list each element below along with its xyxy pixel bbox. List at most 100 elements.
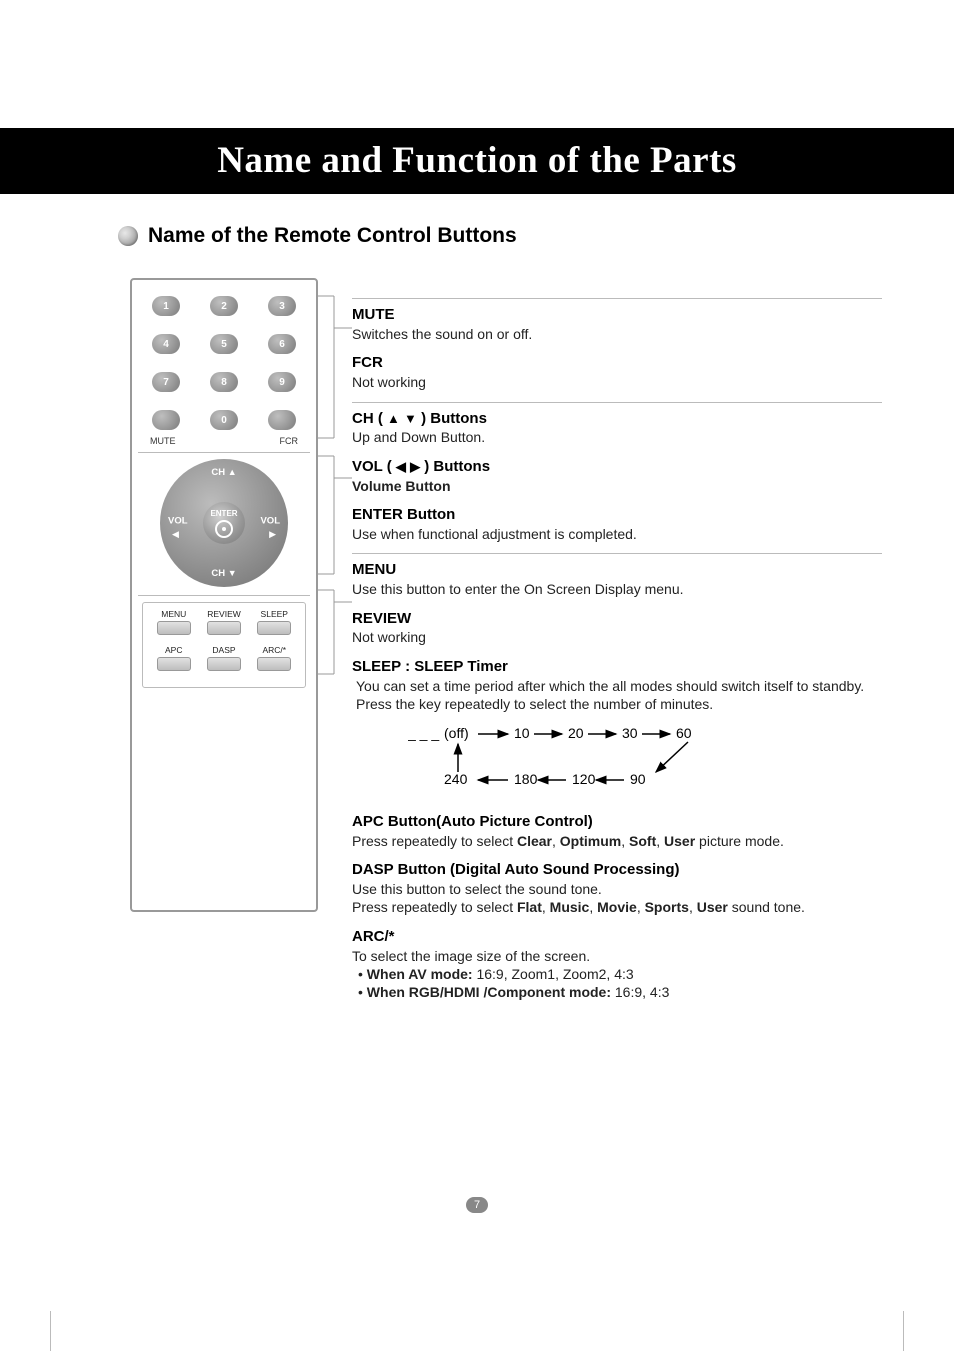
page-title: Name and Function of the Parts [0,128,954,194]
svg-text:30: 30 [622,725,638,741]
title-bar: Name and Function of the Parts [0,128,954,194]
mute-label: MUTE [150,436,176,446]
nav-ch-up: CH ▲ [211,467,236,478]
fcr-label: FCR [280,436,299,446]
menu-section: MENU Use this button to enter the On Scr… [352,560,882,598]
review-body: Not working [352,628,882,646]
mute-heading: MUTE [352,305,882,325]
sublabels: MUTE FCR [138,434,310,452]
key-6: 6 [268,334,296,354]
apc-section: APC Button(Auto Picture Control) Press r… [352,812,882,850]
key-9: 9 [268,372,296,392]
btn-apc [157,657,191,671]
separator [352,553,882,554]
bullet-icon [118,226,138,246]
btn-apc-label: APC [149,645,199,655]
dasp-line1: Use this button to select the sound tone… [352,880,882,898]
review-heading: REVIEW [352,609,882,629]
key-0: 0 [210,410,238,430]
section-title: Name of the Remote Control Buttons [148,224,517,248]
nav-enter: ENTER [203,502,245,544]
section-header: Name of the Remote Control Buttons [118,224,517,248]
crop-mark [50,1311,51,1351]
arc-line1: To select the image size of the screen. [352,947,882,965]
separator [352,298,882,299]
svg-text:(off): (off) [444,725,469,741]
separator [352,402,882,403]
sleep-line1: You can set a time period after which th… [352,677,882,695]
ch-body: Up and Down Button. [352,428,882,446]
fcr-heading: FCR [352,353,882,373]
arc-bullet2: • When RGB/HDMI /Component mode: 16:9, 4… [352,983,882,1001]
key-fcr: . [268,410,296,430]
triangle-left-icon: ◀ [396,459,406,474]
page-number: 7 [466,1197,488,1213]
callout-lines [316,278,352,1098]
btn-sleep [257,621,291,635]
sleep-section: SLEEP : SLEEP Timer You can set a time p… [352,657,882,798]
crop-mark [903,1311,904,1351]
numpad: 1 2 3 4 5 6 7 8 9 . 0 . [138,290,310,434]
btn-dasp-label: DASP [199,645,249,655]
key-7: 7 [152,372,180,392]
enter-section: ENTER Button Use when functional adjustm… [352,505,882,543]
svg-text:60: 60 [676,725,692,741]
svg-text:120: 120 [572,771,596,787]
key-4: 4 [152,334,180,354]
apc-body: Press repeatedly to select Clear, Optimu… [352,832,882,850]
remote-illustration: 1 2 3 4 5 6 7 8 9 . 0 . MUTE FCR CH ▲ CH… [130,278,318,912]
btn-arc-label: ARC/* [250,645,300,655]
fcr-body: Not working [352,373,882,391]
enter-body: Use when functional adjustment is comple… [352,525,882,543]
arc-bullet1: • When AV mode: 16:9, Zoom1, Zoom2, 4:3 [352,965,882,983]
mute-body: Switches the sound on or off. [352,325,882,343]
triangle-left-icon: ◀ [172,529,179,540]
dasp-section: DASP Button (Digital Auto Sound Processi… [352,860,882,917]
ch-section: CH ( ▲ ▼ ) Buttons Up and Down Button. [352,409,882,447]
dasp-body: Press repeatedly to select Flat, Music, … [352,898,882,916]
svg-text:10: 10 [514,725,530,741]
btn-menu [157,621,191,635]
arc-heading: ARC/* [352,927,882,947]
key-8: 8 [210,372,238,392]
vol-body: Volume Button [352,477,882,495]
dasp-heading: DASP Button (Digital Auto Sound Processi… [352,860,882,880]
key-mute: . [152,410,180,430]
nav-ch-down: CH ▼ [211,568,236,579]
svg-text:240: 240 [444,771,468,787]
key-2: 2 [210,296,238,316]
triangle-right-icon: ▶ [269,529,276,540]
btn-review [207,621,241,635]
enter-heading: ENTER Button [352,505,882,525]
menu-body: Use this button to enter the On Screen D… [352,580,882,598]
divider [138,595,310,596]
svg-text:20: 20 [568,725,584,741]
sleep-off-prefix: _ _ _ [408,725,439,741]
svg-text:180: 180 [514,771,538,787]
mute-section: MUTE Switches the sound on or off. [352,305,882,343]
triangle-up-icon: ▲ [387,411,400,426]
svg-text:90: 90 [630,771,646,787]
key-3: 3 [268,296,296,316]
key-5: 5 [210,334,238,354]
apc-heading: APC Button(Auto Picture Control) [352,812,882,832]
vol-heading: VOL ( ◀ ▶ ) Buttons [352,457,882,477]
menu-heading: MENU [352,560,882,580]
vol-section: VOL ( ◀ ▶ ) Buttons Volume Button [352,457,882,495]
descriptions: MUTE Switches the sound on or off. FCR N… [352,292,882,1012]
btn-menu-label: MENU [149,609,199,619]
fcr-section: FCR Not working [352,353,882,391]
nav-vol-right: VOL [260,515,280,526]
ch-heading: CH ( ▲ ▼ ) Buttons [352,409,882,429]
sleep-heading: SLEEP : SLEEP Timer [352,657,882,677]
btn-arc [257,657,291,671]
key-1: 1 [152,296,180,316]
nav-vol-left: VOL [168,515,188,526]
triangle-right-icon: ▶ [410,459,420,474]
sleep-sequence-diagram: _ _ _ (off) 10 20 30 60 240 180 120 90 [408,722,728,798]
sleep-line2: Press the key repeatedly to select the n… [352,695,882,713]
review-section: REVIEW Not working [352,609,882,647]
triangle-down-icon: ▼ [404,411,417,426]
nav-disc: CH ▲ CH ▼ VOL ◀ VOL ▶ ENTER [160,459,288,587]
lower-button-panel: MENU REVIEW SLEEP APC DASP ARC/* [142,602,306,688]
